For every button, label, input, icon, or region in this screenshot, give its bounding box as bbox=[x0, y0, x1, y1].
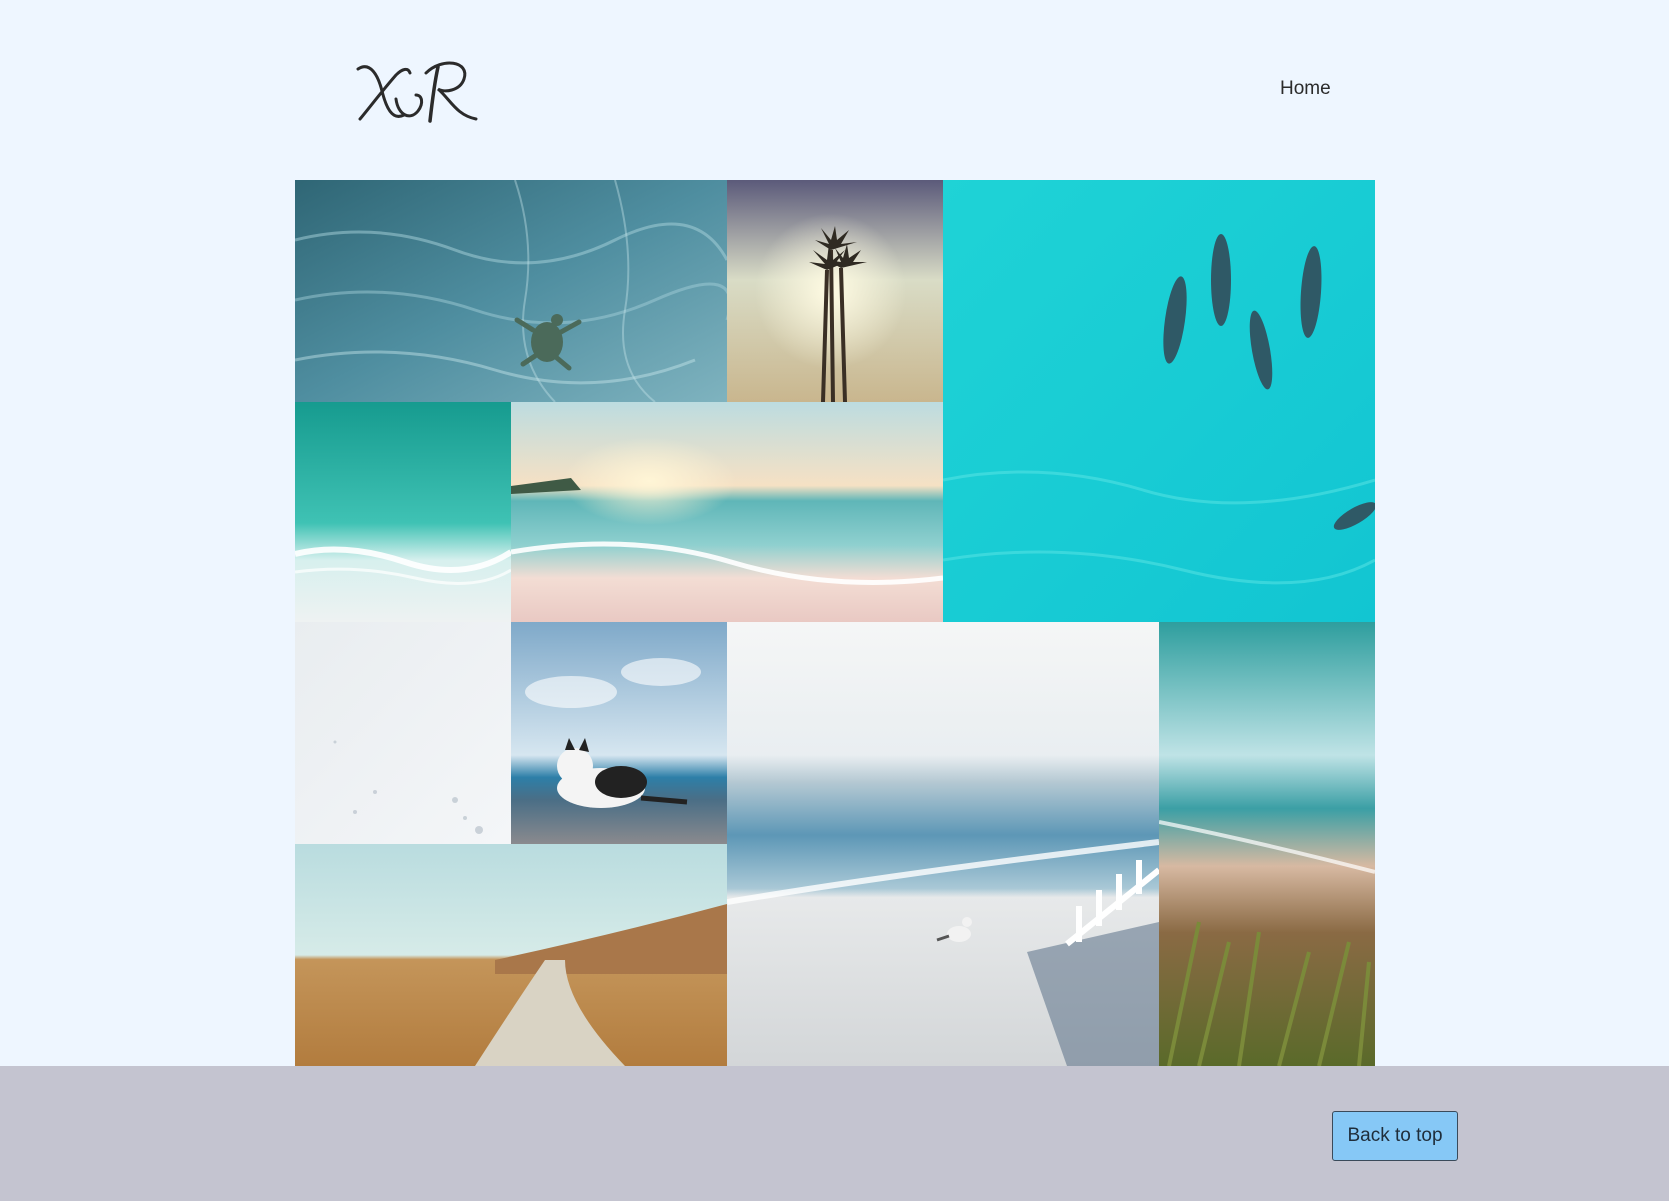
beach-sunset-photo[interactable] bbox=[511, 402, 943, 622]
site-footer: Back to top bbox=[0, 1066, 1669, 1201]
nav-home-link[interactable]: Home bbox=[1280, 78, 1331, 100]
coastal-cliff-photo[interactable] bbox=[1159, 622, 1375, 1066]
white-sand-photo[interactable] bbox=[295, 622, 511, 844]
seagull-beach-photo[interactable] bbox=[727, 622, 1159, 1066]
site-header: Home bbox=[0, 0, 1669, 180]
site-logo[interactable] bbox=[352, 55, 482, 130]
back-to-top-button[interactable]: Back to top bbox=[1332, 1111, 1458, 1161]
sea-turtle-photo[interactable] bbox=[295, 180, 727, 402]
aerial-waves-photo[interactable] bbox=[295, 402, 511, 622]
cat-by-sea-photo[interactable] bbox=[511, 622, 727, 844]
photo-gallery bbox=[295, 180, 1375, 1066]
dirt-path-hills-photo[interactable] bbox=[295, 844, 727, 1066]
palm-trees-sunset-photo[interactable] bbox=[727, 180, 943, 402]
dolphins-photo[interactable] bbox=[943, 180, 1375, 622]
